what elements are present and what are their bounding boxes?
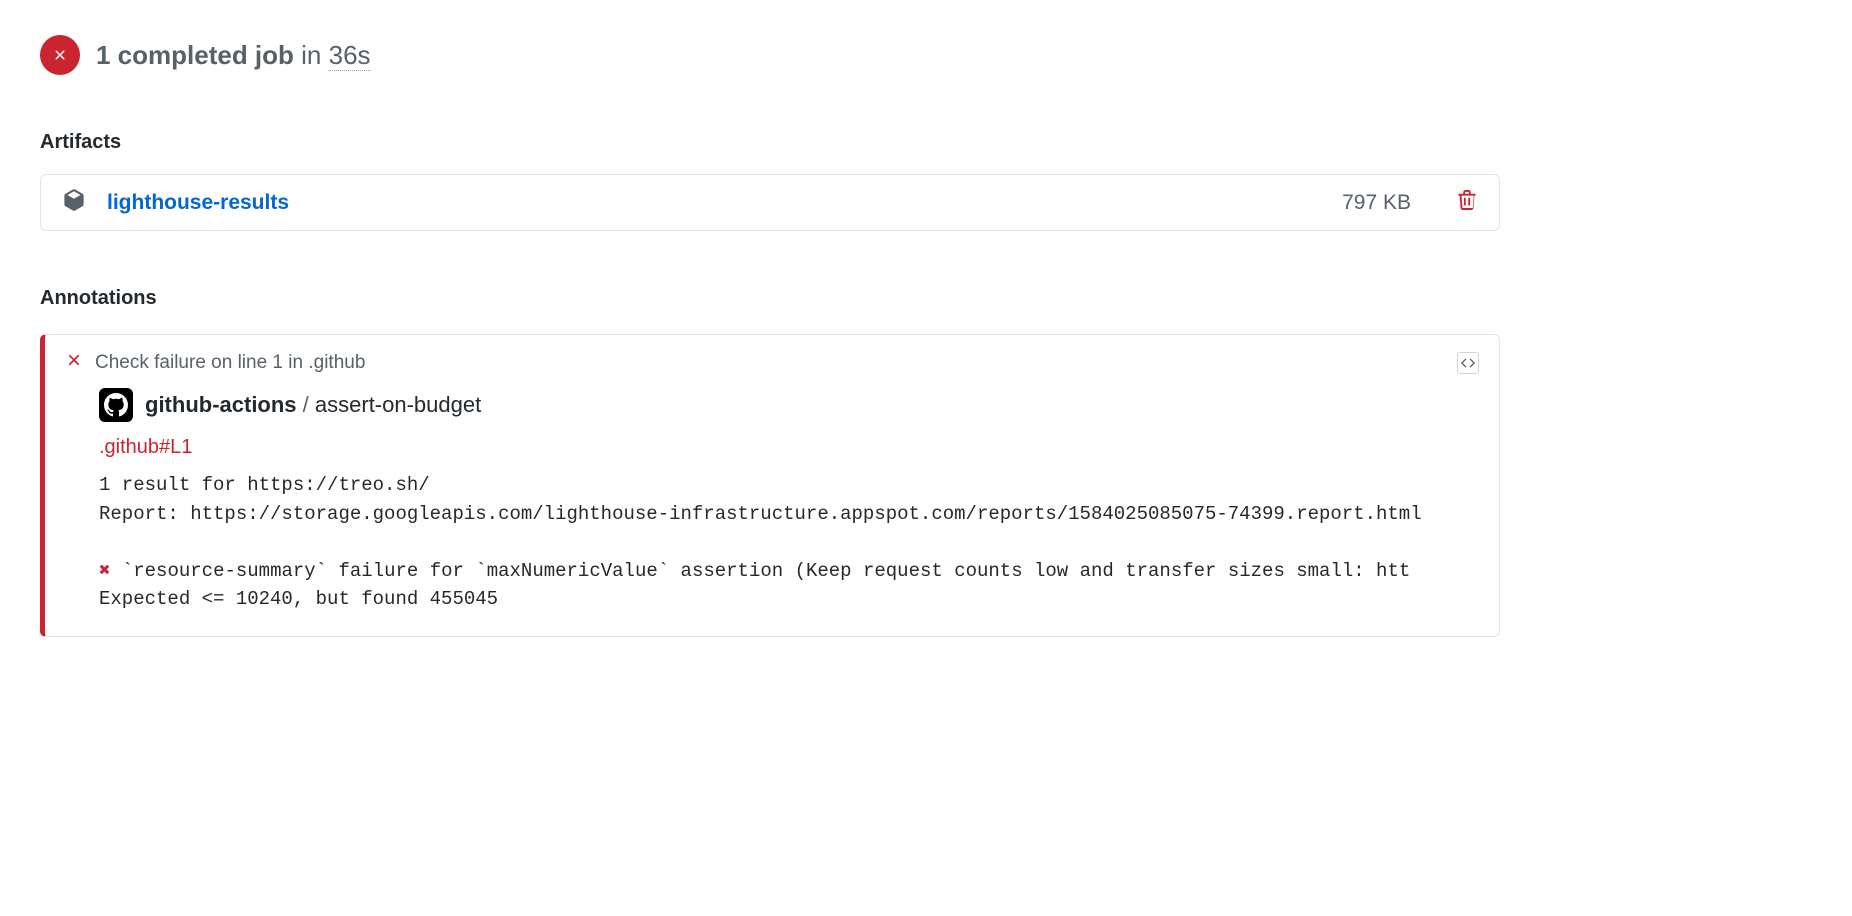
inline-x-icon: ✖ xyxy=(99,560,110,582)
log-report-line: Report: https://storage.googleapis.com/l… xyxy=(99,503,1422,525)
package-icon xyxy=(63,189,85,216)
in-text: in xyxy=(294,40,329,70)
trash-icon[interactable] xyxy=(1457,190,1477,215)
job-name: assert-on-budget xyxy=(315,392,481,417)
log-expected-line: Expected <= 10240, but found 455045 xyxy=(99,588,498,610)
annotation-item: Check failure on line 1 in .github githu… xyxy=(40,334,1500,637)
check-failure-label: Check failure on line 1 in .github xyxy=(95,352,365,374)
artifacts-section-title: Artifacts xyxy=(40,131,1500,154)
x-icon xyxy=(65,351,83,374)
job-summary-text: 1 completed job in 36s xyxy=(96,40,371,71)
actor-name: github-actions xyxy=(145,392,297,417)
annotation-log-output: 1 result for https://treo.sh/ Report: ht… xyxy=(99,471,1479,614)
github-logo-icon xyxy=(99,388,133,422)
job-duration[interactable]: 36s xyxy=(329,40,371,71)
log-failure-detail: `resource-summary` failure for `maxNumer… xyxy=(110,560,1410,582)
annotations-section-title: Annotations xyxy=(40,287,1500,310)
artifact-name-link[interactable]: lighthouse-results xyxy=(107,191,1342,215)
completed-jobs-count: 1 completed job xyxy=(96,40,294,70)
workflow-actor-job[interactable]: github-actions / assert-on-budget xyxy=(145,392,481,418)
artifact-size: 797 KB xyxy=(1342,191,1411,215)
code-icon[interactable] xyxy=(1457,352,1479,374)
log-result-line: 1 result for https://treo.sh/ xyxy=(99,474,430,496)
job-summary-row: 1 completed job in 36s xyxy=(40,35,1500,75)
status-failed-icon xyxy=(40,35,80,75)
file-reference-link[interactable]: .github#L1 xyxy=(99,436,1479,459)
actor-separator: / xyxy=(297,392,315,417)
artifact-row[interactable]: lighthouse-results 797 KB xyxy=(40,174,1500,231)
